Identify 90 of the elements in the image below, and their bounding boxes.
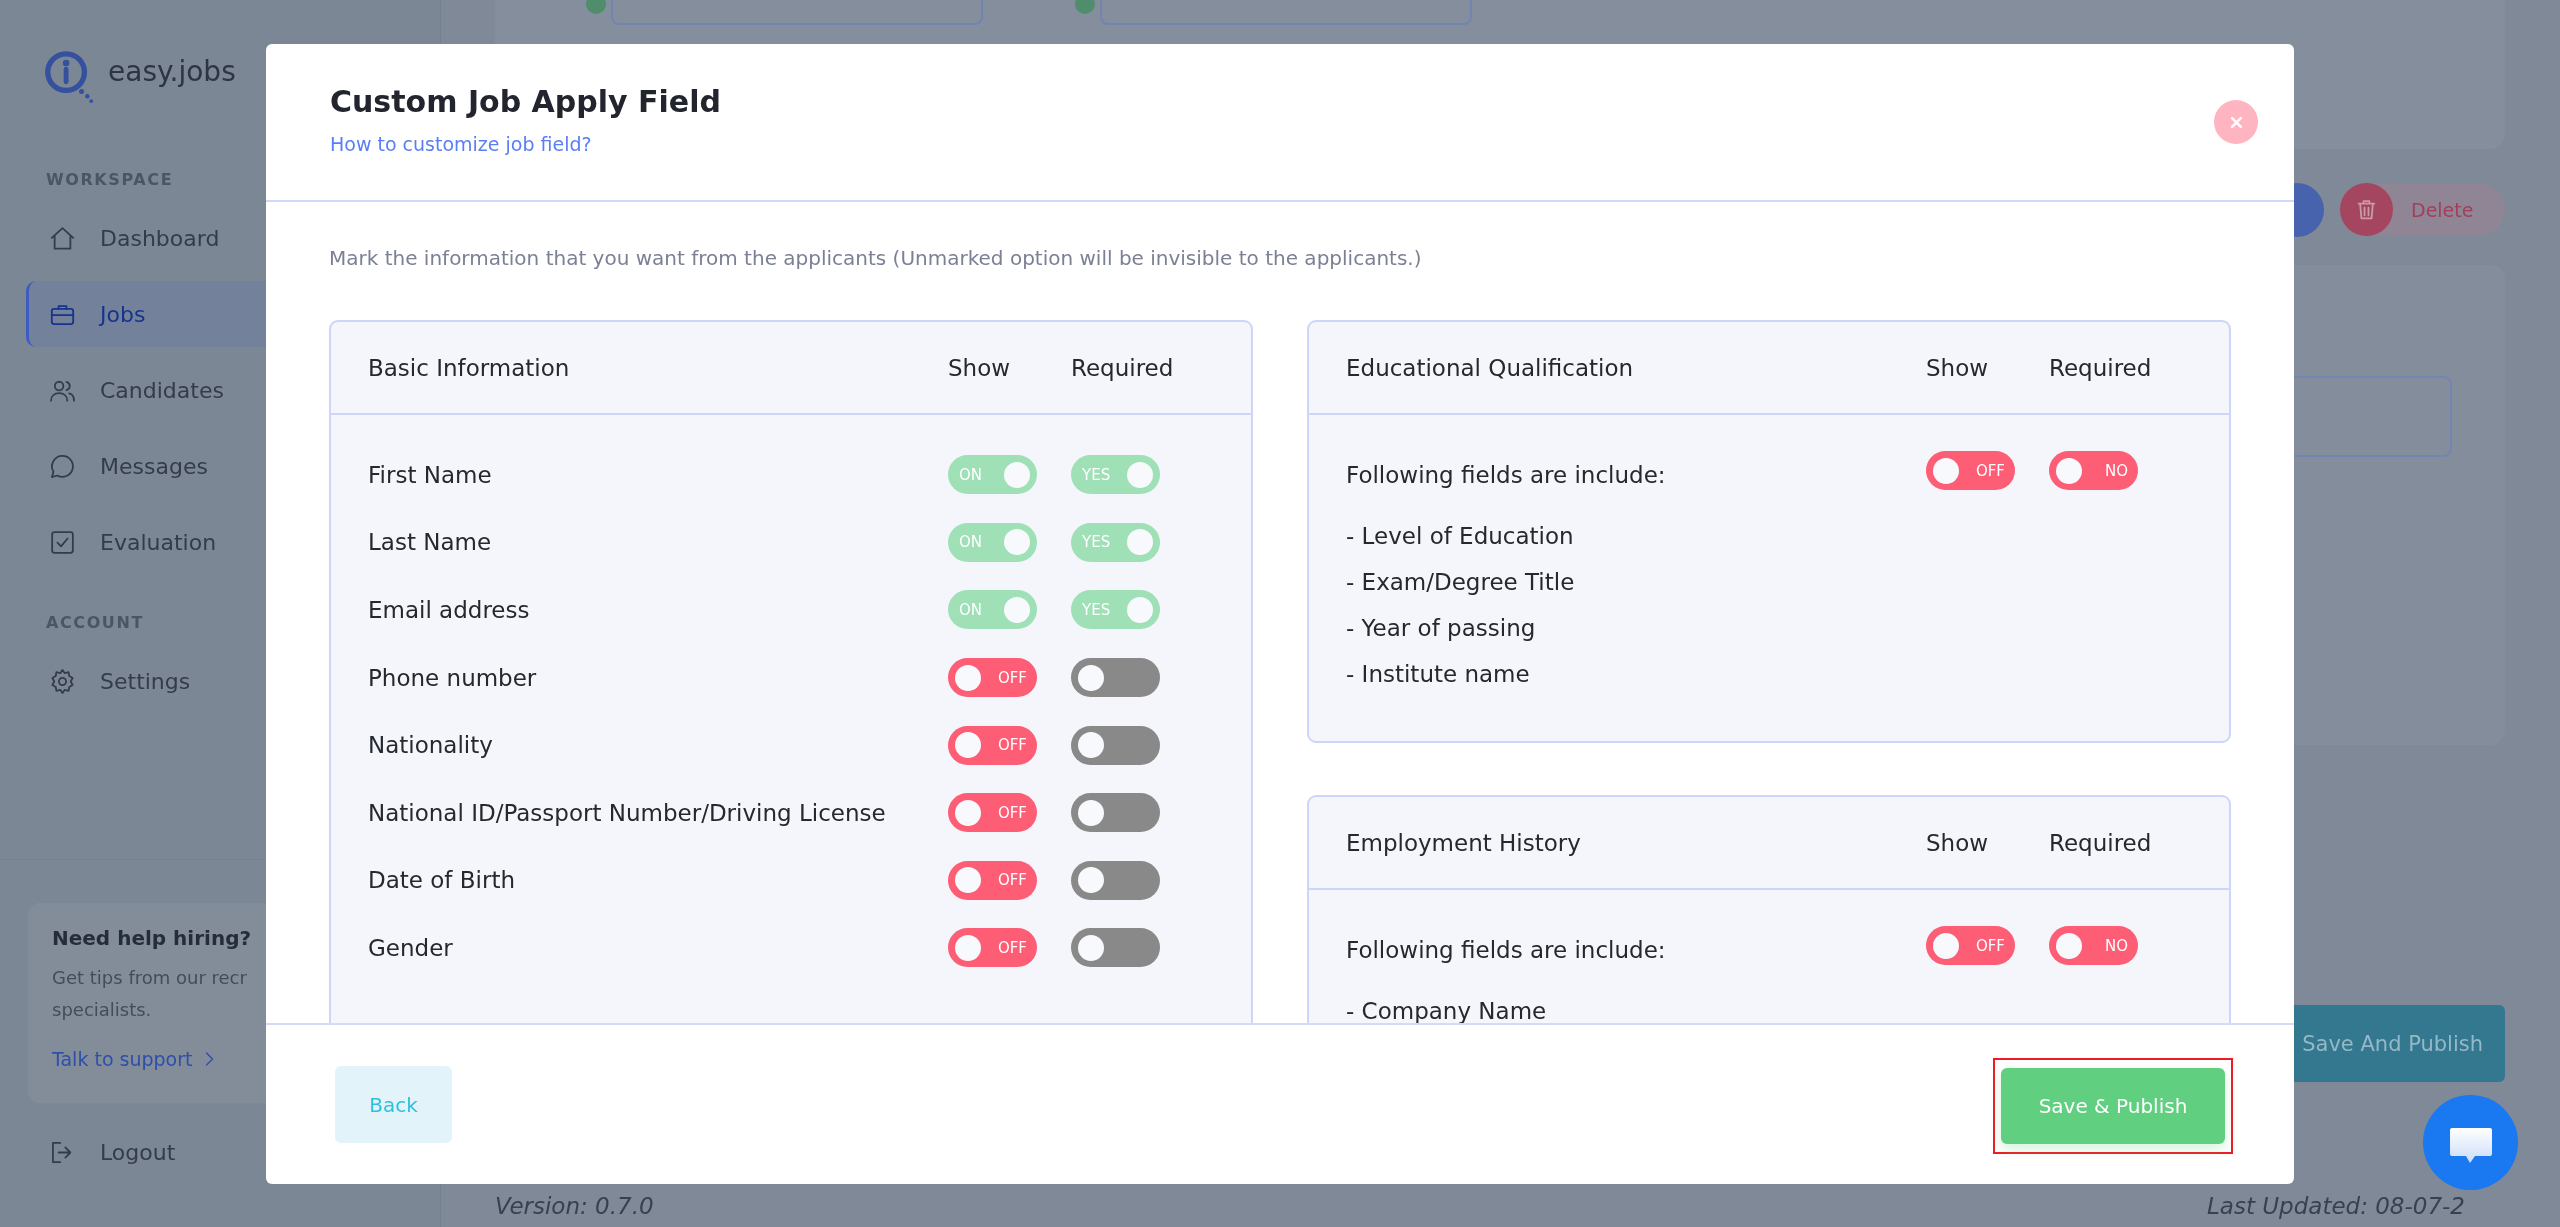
field-label: Last Name	[368, 529, 493, 556]
knob-icon	[1004, 597, 1030, 623]
toggle-switch[interactable]: YES	[1071, 590, 1160, 630]
knob-icon	[1933, 457, 1959, 484]
toggle-switch[interactable]: OFF	[948, 725, 1037, 765]
toggle-switch[interactable]: OFF	[948, 860, 1037, 900]
knob-icon	[1933, 932, 1959, 959]
column-heading: Required	[1071, 354, 1175, 381]
toggle-switch[interactable]: YES	[1071, 455, 1160, 495]
group-intro: Following fields are include:	[1346, 936, 1667, 964]
last-updated-text: Last Updated: 08-07-2	[2207, 1192, 2465, 1220]
instruction-text: Mark the information that you want from the applicants (Unmarked option will be invisible to the applicants.)	[329, 246, 1423, 270]
modal-title: Custom Job Apply Field	[330, 83, 721, 121]
knob-icon	[1078, 664, 1104, 691]
knob-icon	[1127, 597, 1153, 623]
gear-icon	[49, 667, 76, 695]
chevron-right-icon	[204, 1051, 214, 1067]
field-label: Phone number	[368, 664, 538, 691]
nav-item[interactable]: Jobs	[26, 281, 266, 347]
toggle-switch[interactable]: OFF	[948, 928, 1037, 968]
help-link[interactable]: How to customize job field?	[330, 131, 592, 157]
knob-icon	[1078, 732, 1104, 759]
column-heading: Show	[1926, 354, 1990, 381]
help-title: Need help hiring?	[52, 925, 253, 952]
field-label: Email address	[368, 597, 531, 623]
knob-icon	[2056, 932, 2082, 959]
nav-item[interactable]: Settings	[26, 648, 266, 714]
field-label: Nationality	[368, 732, 494, 759]
field-list-item: - Exam/Degree Title	[1346, 568, 1576, 596]
version-text: Version: 0.7.0	[495, 1192, 654, 1220]
toggle-switch[interactable]: NO	[2049, 926, 2138, 965]
column-heading: Show	[1926, 829, 1990, 856]
knob-icon	[1127, 461, 1153, 488]
knob-icon	[1127, 529, 1153, 556]
home-icon	[49, 224, 76, 252]
nav-item[interactable]: Candidates	[26, 357, 266, 423]
help-text: Get tips from our recr	[52, 966, 248, 990]
field-list-item: - Level of Education	[1346, 522, 1575, 550]
knob-icon	[955, 664, 981, 691]
toggle-switch[interactable]: OFF	[948, 658, 1037, 698]
knob-icon	[955, 867, 981, 894]
knob-icon	[2056, 457, 2082, 484]
knob-icon	[955, 799, 981, 826]
help-text: specialists.	[52, 998, 153, 1022]
knob-icon	[955, 732, 981, 759]
toggle-switch[interactable]: OFF	[1926, 926, 2015, 965]
close-icon	[2229, 115, 2243, 129]
nav-item[interactable]: Dashboard	[26, 205, 266, 271]
column-heading: Show	[948, 354, 1012, 381]
close-button[interactable]	[2214, 100, 2258, 144]
back-button[interactable]: Back	[335, 1066, 452, 1143]
chat-icon	[49, 452, 76, 480]
toggle-switch[interactable]: NO	[2049, 451, 2138, 490]
field-label: Gender	[368, 934, 454, 961]
toggle-switch[interactable]: YES	[1071, 522, 1160, 562]
toggle-switch[interactable]: OFF	[1926, 451, 2015, 490]
panel-title: Employment History	[1346, 829, 1582, 856]
status-dot-icon	[586, 0, 606, 14]
support-link[interactable]: Talk to support	[52, 1044, 214, 1074]
field-list-item: - Year of passing	[1346, 614, 1537, 642]
logo-icon	[42, 48, 96, 104]
knob-icon	[1004, 461, 1030, 488]
group-intro: Following fields are include:	[1346, 461, 1667, 489]
field-list-item: - Institute name	[1346, 660, 1531, 688]
panel-title: Basic Information	[368, 354, 571, 381]
nav-item[interactable]: Messages	[26, 433, 266, 499]
checkbox-icon	[49, 528, 76, 556]
column-heading: Required	[2049, 829, 2153, 856]
nav-item[interactable]: Evaluation	[26, 509, 266, 575]
knob-icon	[955, 934, 981, 961]
knob-icon	[1078, 867, 1104, 894]
logo-text: easy.jobs	[108, 54, 236, 88]
field-label: First Name	[368, 461, 493, 488]
field-list-item: - Company Name	[1346, 997, 1548, 1023]
trash-icon	[2340, 183, 2393, 236]
toggle-switch[interactable]: ON	[948, 590, 1037, 630]
save-publish-button[interactable]: Save & Publish	[2001, 1067, 2225, 1144]
knob-icon	[1004, 529, 1030, 556]
column-heading: Required	[2049, 354, 2153, 381]
status-dot-icon	[1075, 0, 1095, 14]
panel-title: Educational Qualification	[1346, 354, 1635, 381]
toggle-switch[interactable]: ON	[948, 522, 1037, 562]
logout-item[interactable]: Logout	[26, 1119, 266, 1185]
delete-button[interactable]: Delete	[2340, 183, 2505, 236]
toggle-switch[interactable]: OFF	[948, 793, 1037, 833]
toggle-switch[interactable]: ON	[948, 455, 1037, 495]
field-label: Date of Birth	[368, 867, 516, 894]
field-label: National ID/Passport Number/Driving License	[368, 799, 887, 826]
knob-icon	[1078, 799, 1104, 826]
knob-icon	[1078, 934, 1104, 961]
